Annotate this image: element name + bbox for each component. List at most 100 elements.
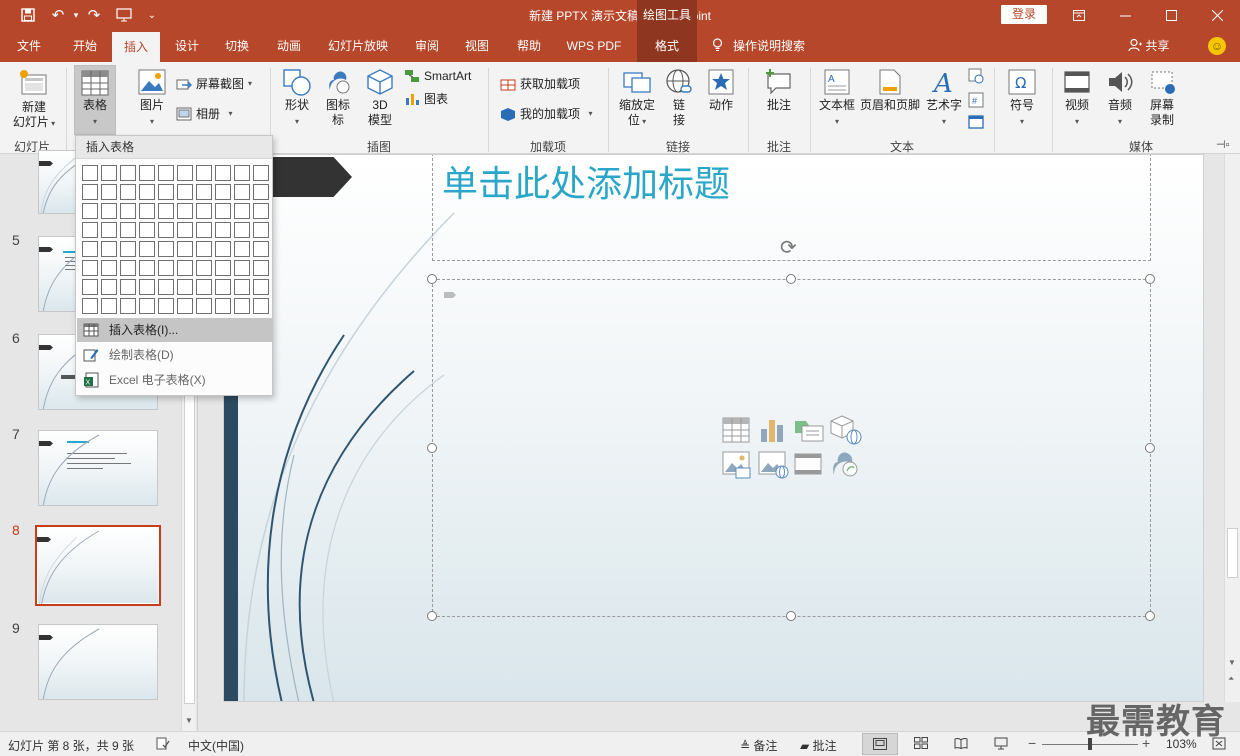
insert-3d-model-icon[interactable] <box>830 415 862 448</box>
header-footer-button[interactable]: 页眉和页脚 <box>858 68 922 136</box>
table-grid-cell[interactable] <box>82 203 98 219</box>
table-grid-cell[interactable] <box>253 298 269 314</box>
previous-slide-icon[interactable]: ⏶ <box>1228 674 1234 684</box>
slideshow-view-icon[interactable] <box>994 737 1008 753</box>
table-grid-cell[interactable] <box>215 260 231 276</box>
3d-model-button[interactable]: 3D 模型 <box>360 68 400 136</box>
comments-button[interactable]: ▰ 批注 <box>800 737 837 754</box>
table-size-grid[interactable] <box>81 164 271 316</box>
maximize-icon[interactable] <box>1148 0 1194 30</box>
table-grid-cell[interactable] <box>234 279 250 295</box>
ribbon-display-options-icon[interactable] <box>1056 0 1102 30</box>
table-grid-cell[interactable] <box>120 165 136 181</box>
resize-handle[interactable] <box>1145 274 1155 284</box>
my-addins-button[interactable]: 我的加载项 ▾ <box>500 104 592 124</box>
table-grid-cell[interactable] <box>215 222 231 238</box>
tab-transitions[interactable]: 切换 <box>214 30 260 62</box>
audio-button[interactable]: 音频 ▾ <box>1100 68 1140 136</box>
table-grid-cell[interactable] <box>82 241 98 257</box>
table-grid-cell[interactable] <box>177 298 193 314</box>
table-grid-cell[interactable] <box>215 165 231 181</box>
action-button[interactable]: 动作 <box>702 68 740 136</box>
table-grid-cell[interactable] <box>101 203 117 219</box>
tell-me-search[interactable]: 操作说明搜索 <box>712 30 805 62</box>
table-grid-cell[interactable] <box>158 241 174 257</box>
table-grid-cell[interactable] <box>177 165 193 181</box>
resize-handle[interactable] <box>1145 443 1155 453</box>
table-grid-cell[interactable] <box>253 222 269 238</box>
table-grid-cell[interactable] <box>158 165 174 181</box>
table-grid-cell[interactable] <box>196 203 212 219</box>
editor-scrollbar-thumb[interactable] <box>1227 528 1238 578</box>
object-icon[interactable] <box>968 114 984 133</box>
table-grid-cell[interactable] <box>139 260 155 276</box>
table-grid-cell[interactable] <box>139 241 155 257</box>
smartart-button[interactable]: SmartArt <box>404 66 471 86</box>
table-grid-cell[interactable] <box>139 298 155 314</box>
insert-icons-icon[interactable] <box>830 449 860 482</box>
table-grid-cell[interactable] <box>139 184 155 200</box>
slide-canvas[interactable]: 单击此处添加标题 ⟳ <box>223 154 1204 702</box>
table-grid-cell[interactable] <box>215 203 231 219</box>
symbols-button[interactable]: Ω 符号 ▾ <box>1000 68 1044 136</box>
pin-ribbon-icon[interactable]: ⊣▫ <box>1216 138 1229 151</box>
tab-review[interactable]: 审阅 <box>404 30 450 62</box>
tab-home[interactable]: 开始 <box>62 30 108 62</box>
table-grid-cell[interactable] <box>215 279 231 295</box>
icons-button[interactable]: 图标标 <box>322 68 354 136</box>
shapes-button[interactable]: 形状 ▾ <box>278 68 316 136</box>
screenshot-button[interactable]: 屏幕截图 ▾ <box>176 74 252 94</box>
insert-table-icon[interactable] <box>722 417 750 446</box>
resize-handle[interactable] <box>427 443 437 453</box>
scroll-down-icon[interactable]: ▼ <box>1228 658 1236 667</box>
resize-handle[interactable] <box>427 611 437 621</box>
table-grid-cell[interactable] <box>158 260 174 276</box>
table-grid-cell[interactable] <box>234 184 250 200</box>
tab-insert[interactable]: 插入 <box>112 32 160 62</box>
language-status[interactable]: 中文(中国) <box>188 737 244 754</box>
notes-button[interactable]: ≜ 备注 <box>740 737 777 754</box>
table-grid-cell[interactable] <box>101 184 117 200</box>
table-grid-cell[interactable] <box>101 241 117 257</box>
table-grid-cell[interactable] <box>215 184 231 200</box>
table-grid-cell[interactable] <box>196 222 212 238</box>
table-grid-cell[interactable] <box>253 260 269 276</box>
slide-sorter-view-icon[interactable] <box>914 737 928 752</box>
table-grid-cell[interactable] <box>234 222 250 238</box>
table-grid-cell[interactable] <box>158 203 174 219</box>
tab-design[interactable]: 设计 <box>164 30 210 62</box>
slide-number-icon[interactable]: # <box>968 92 984 111</box>
table-grid-cell[interactable] <box>234 165 250 181</box>
table-grid-cell[interactable] <box>158 298 174 314</box>
link-button[interactable]: 链 接 <box>662 68 696 136</box>
reading-view-icon[interactable] <box>954 737 968 752</box>
table-grid-cell[interactable] <box>158 184 174 200</box>
table-grid-cell[interactable] <box>82 279 98 295</box>
datetime-icon[interactable] <box>968 68 984 87</box>
table-grid-cell[interactable] <box>253 203 269 219</box>
table-grid-cell[interactable] <box>101 279 117 295</box>
resize-handle[interactable] <box>427 274 437 284</box>
table-grid-cell[interactable] <box>234 260 250 276</box>
table-grid-cell[interactable] <box>253 184 269 200</box>
chart-button[interactable]: 图表 <box>404 89 448 109</box>
table-grid-cell[interactable] <box>82 222 98 238</box>
screen-recording-button[interactable]: 屏幕 录制 <box>1142 68 1182 136</box>
slide-thumbnail-active[interactable] <box>35 525 161 606</box>
save-icon[interactable] <box>16 4 40 26</box>
table-grid-cell[interactable] <box>120 298 136 314</box>
resize-handle[interactable] <box>786 611 796 621</box>
spelling-check-icon[interactable] <box>156 737 170 753</box>
redo-icon[interactable]: ↷ <box>82 4 106 26</box>
resize-handle[interactable] <box>1145 611 1155 621</box>
slide-thumbnail[interactable] <box>38 430 158 506</box>
table-grid-cell[interactable] <box>139 222 155 238</box>
table-grid-cell[interactable] <box>158 279 174 295</box>
picture-button[interactable]: 图片 ▾ <box>130 68 174 136</box>
table-grid-cell[interactable] <box>158 222 174 238</box>
table-grid-cell[interactable] <box>120 184 136 200</box>
album-button[interactable]: 相册 ▾ <box>176 104 232 124</box>
textbox-button[interactable]: A 文本框 ▾ <box>816 68 858 136</box>
wordart-button[interactable]: A 艺术字 ▾ <box>924 68 964 136</box>
table-grid-cell[interactable] <box>234 298 250 314</box>
